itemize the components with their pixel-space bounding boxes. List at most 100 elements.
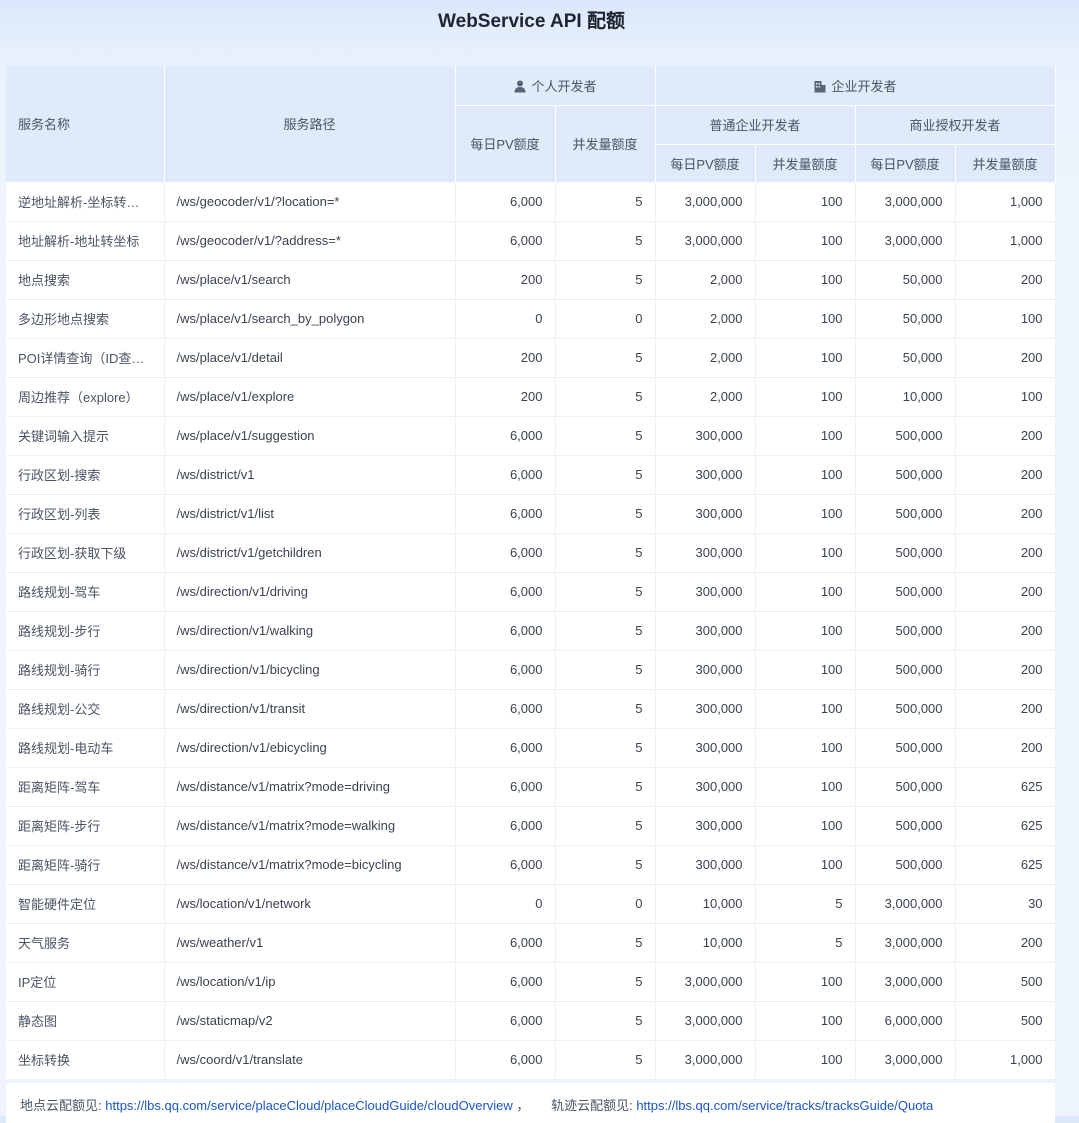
table-row: POI详情查询（ID查询）/ws/place/v1/detail 200 5 2,00… — [6, 338, 1056, 378]
table-row: 智能硬件定位/ws/location/v1/network 0 0 10,000 5 3,… — [6, 884, 1056, 924]
commercial-concurrency-cell: 1,000 — [955, 1040, 1056, 1080]
place-cloud-label: 地点云配额见: — [20, 1098, 102, 1113]
personal-concurrency-cell: 5 — [555, 1001, 656, 1041]
service-path-cell: /ws/geocoder/v1/?address=* — [164, 221, 456, 261]
commercial-concurrency-cell: 200 — [955, 650, 1056, 690]
personal-daily-pv-cell: 200 — [455, 338, 556, 378]
normal-concurrency-cell: 100 — [755, 221, 856, 261]
commercial-concurrency-cell: 1,000 — [955, 182, 1056, 222]
normal-concurrency-cell: 5 — [755, 923, 856, 963]
normal-daily-pv-cell: 300,000 — [655, 494, 756, 534]
track-cloud-label: 轨迹云配额见: — [551, 1098, 633, 1113]
service-name-cell: 行政区划-搜索 — [6, 455, 165, 495]
service-name-cell: 逆地址解析-坐标转地址 — [6, 182, 165, 222]
table-row: 路线规划-骑行/ws/direction/v1/bicycling 6,000 5 3… — [6, 650, 1056, 690]
personal-daily-pv-cell: 6,000 — [455, 416, 556, 456]
commercial-concurrency-cell: 200 — [955, 533, 1056, 573]
person-icon — [514, 80, 525, 93]
personal-daily-pv-cell: 200 — [455, 260, 556, 300]
place-cloud-link[interactable]: https://lbs.qq.com/service/placeCloud/pl… — [105, 1098, 513, 1113]
table-row: 天气服务/ws/weather/v1 6,000 5 10,000 5 3,000,000… — [6, 923, 1056, 963]
service-path-cell: /ws/direction/v1/bicycling — [164, 650, 456, 690]
service-path-cell: /ws/place/v1/suggestion — [164, 416, 456, 456]
personal-daily-pv-cell: 6,000 — [455, 650, 556, 690]
normal-concurrency-cell: 100 — [755, 611, 856, 651]
normal-concurrency-cell: 100 — [755, 377, 856, 417]
commercial-daily-pv-cell: 500,000 — [855, 689, 956, 729]
service-name-cell: 行政区划-获取下级 — [6, 533, 165, 573]
service-name-cell: 天气服务 — [6, 923, 165, 963]
table-row: 行政区划-搜索/ws/district/v1 6,000 5 300,000 100 50… — [6, 455, 1056, 495]
footer-note: 地点云配额见: https://lbs.qq.com/service/place… — [6, 1083, 1055, 1123]
personal-daily-pv-cell: 6,000 — [455, 728, 556, 768]
track-cloud-link[interactable]: https://lbs.qq.com/service/tracks/tracks… — [636, 1098, 933, 1113]
service-path-cell: /ws/direction/v1/ebicycling — [164, 728, 456, 768]
service-name-cell: 距离矩阵-骑行 — [6, 845, 165, 885]
personal-daily-pv-cell: 6,000 — [455, 1040, 556, 1080]
commercial-concurrency-cell: 200 — [955, 689, 1056, 729]
footer-separator: ， — [516, 1098, 530, 1113]
table-row: 行政区划-列表/ws/district/v1/list 6,000 5 300,000… — [6, 494, 1056, 534]
service-name-cell: 周边推荐（explore） — [6, 377, 165, 417]
service-path-cell: /ws/direction/v1/transit — [164, 689, 456, 729]
personal-concurrency-cell: 5 — [555, 611, 656, 651]
personal-concurrency-cell: 5 — [555, 260, 656, 300]
header-commercial-enterprise: 商业授权开发者 — [855, 105, 1056, 145]
personal-concurrency-cell: 5 — [555, 182, 656, 222]
header-normal-daily-pv: 每日PV额度 — [655, 144, 756, 183]
personal-concurrency-cell: 5 — [555, 1040, 656, 1080]
table-row: 地址解析-地址转坐标/ws/geocoder/v1/?address=* 6,00… — [6, 221, 1056, 261]
normal-daily-pv-cell: 300,000 — [655, 572, 756, 612]
service-path-cell: /ws/staticmap/v2 — [164, 1001, 456, 1041]
commercial-concurrency-cell: 200 — [955, 260, 1056, 300]
commercial-daily-pv-cell: 500,000 — [855, 728, 956, 768]
service-path-cell: /ws/place/v1/search — [164, 260, 456, 300]
table-row: 关键词输入提示/ws/place/v1/suggestion 6,000 5 300,… — [6, 416, 1056, 456]
commercial-daily-pv-cell: 50,000 — [855, 299, 956, 339]
service-path-cell: /ws/district/v1/getchildren — [164, 533, 456, 573]
service-name-cell: 路线规划-骑行 — [6, 650, 165, 690]
commercial-concurrency-cell: 200 — [955, 494, 1056, 534]
service-path-cell: /ws/weather/v1 — [164, 923, 456, 963]
normal-daily-pv-cell: 300,000 — [655, 650, 756, 690]
commercial-concurrency-cell: 500 — [955, 962, 1056, 1002]
commercial-daily-pv-cell: 500,000 — [855, 806, 956, 846]
commercial-daily-pv-cell: 50,000 — [855, 260, 956, 300]
commercial-daily-pv-cell: 500,000 — [855, 611, 956, 651]
commercial-concurrency-cell: 200 — [955, 611, 1056, 651]
normal-concurrency-cell: 100 — [755, 299, 856, 339]
commercial-concurrency-cell: 1,000 — [955, 221, 1056, 261]
page-title: WebService API 配额 — [438, 11, 625, 32]
table-row: 多边形地点搜索/ws/place/v1/search_by_polygon 0 0 2… — [6, 299, 1056, 339]
personal-daily-pv-cell: 6,000 — [455, 923, 556, 963]
commercial-concurrency-cell: 100 — [955, 377, 1056, 417]
personal-daily-pv-cell: 6,000 — [455, 572, 556, 612]
table-row: 路线规划-电动车/ws/direction/v1/ebicycling 6,000… — [6, 728, 1056, 768]
normal-daily-pv-cell: 2,000 — [655, 299, 756, 339]
normal-daily-pv-cell: 300,000 — [655, 611, 756, 651]
personal-daily-pv-cell: 0 — [455, 299, 556, 339]
personal-concurrency-cell: 5 — [555, 650, 656, 690]
service-name-cell: 路线规划-步行 — [6, 611, 165, 651]
header-service-name: 服务名称 — [6, 66, 165, 183]
service-name-cell: 静态图 — [6, 1001, 165, 1041]
service-name-cell: 多边形地点搜索 — [6, 299, 165, 339]
commercial-concurrency-cell: 625 — [955, 845, 1056, 885]
personal-concurrency-cell: 5 — [555, 806, 656, 846]
normal-daily-pv-cell: 2,000 — [655, 260, 756, 300]
commercial-daily-pv-cell: 3,000,000 — [855, 1040, 956, 1080]
table-body: 逆地址解析-坐标转地址/ws/geocoder/v1/?location=* 6,… — [6, 182, 1056, 1080]
service-path-cell: /ws/distance/v1/matrix?mode=bicycling — [164, 845, 456, 885]
header-commercial-concurrency: 并发量额度 — [955, 144, 1056, 183]
personal-concurrency-cell: 5 — [555, 533, 656, 573]
normal-concurrency-cell: 100 — [755, 767, 856, 807]
normal-daily-pv-cell: 3,000,000 — [655, 221, 756, 261]
header-commercial-daily-pv: 每日PV额度 — [855, 144, 956, 183]
header-personal-daily-pv: 每日PV额度 — [455, 105, 556, 183]
personal-concurrency-cell: 5 — [555, 455, 656, 495]
commercial-daily-pv-cell: 3,000,000 — [855, 923, 956, 963]
personal-concurrency-cell: 5 — [555, 377, 656, 417]
commercial-concurrency-cell: 500 — [955, 1001, 1056, 1041]
commercial-daily-pv-cell: 3,000,000 — [855, 182, 956, 222]
header-personal-concurrency: 并发量额度 — [555, 105, 656, 183]
